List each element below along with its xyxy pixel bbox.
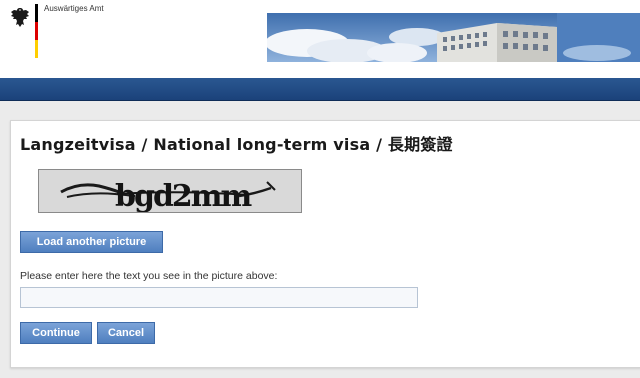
cancel-button[interactable]: Cancel — [97, 322, 155, 344]
org-name: Auswärtiges Amt — [44, 4, 104, 13]
continue-button[interactable]: Continue — [20, 322, 92, 344]
german-flag-stripe — [35, 4, 38, 58]
top-navigation-bar — [0, 78, 640, 101]
load-another-picture-button[interactable]: Load another picture — [20, 231, 163, 253]
banner-photo — [267, 13, 640, 62]
header: Auswärtiges Amt — [0, 0, 640, 78]
captcha-text: bgd2mm — [115, 179, 253, 212]
captcha-image: bgd2mm — [38, 169, 302, 214]
page-title: Langzeitvisa / National long-term visa /… — [20, 135, 453, 154]
main-content-panel: Langzeitvisa / National long-term visa /… — [10, 120, 640, 368]
federal-eagle-icon — [11, 8, 29, 27]
captcha-input[interactable] — [20, 287, 418, 308]
captcha-prompt-label: Please enter here the text you see in th… — [20, 270, 278, 282]
